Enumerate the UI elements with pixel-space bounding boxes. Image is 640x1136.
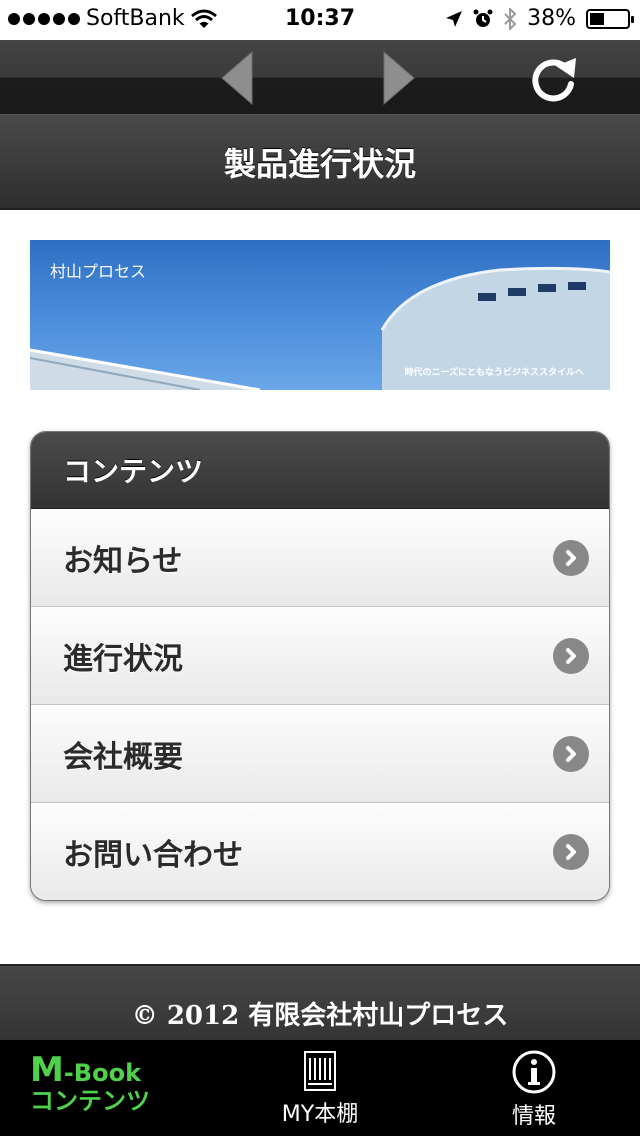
bookshelf-icon [304,1051,336,1091]
reload-icon [532,58,576,102]
forward-button[interactable] [370,48,430,108]
tab-mbook-contents[interactable]: M-Book コンテンツ [30,1040,170,1136]
battery-level-fill [590,12,604,25]
back-button[interactable] [206,48,266,108]
bluetooth-icon [504,7,517,30]
list-item-company-profile[interactable]: 会社概要 [31,705,609,803]
list-item-label: 会社概要 [63,739,183,775]
banner-tagline: 時代のニーズにともなうビジネススタイルへ [404,368,584,378]
tab-bar: M-Book コンテンツ MY本棚 情報 [0,1040,640,1136]
list-item-progress[interactable]: 進行状況 [31,607,609,705]
chevron-right-icon [553,735,589,772]
tab-label: 情報 [511,1104,556,1129]
chevron-right-icon [553,539,589,576]
chevron-right-icon [553,834,589,870]
tab-info[interactable]: 情報 [474,1040,594,1136]
tab-label: MY本棚 [281,1102,359,1127]
tab-my-bookshelf[interactable]: MY本棚 [260,1040,380,1136]
battery-percent: 38% [527,6,576,31]
forward-arrow-icon [383,50,415,106]
status-right: 38% [445,6,634,31]
copyright-text: © 2012 有限会社村山プロセス [131,1001,509,1031]
list-item-news[interactable]: お知らせ [31,509,609,607]
mbook-contents-label: コンテンツ [30,1087,150,1115]
contents-list: コンテンツ お知らせ 進行状況 会社概要 お問い合わせ [30,431,610,901]
banner-company-name: 村山プロセス [50,262,147,281]
list-item-label: お知らせ [63,543,183,579]
list-item-label: お問い合わせ [63,838,243,873]
contents-header: コンテンツ [31,432,609,509]
browser-toolbar [0,40,640,114]
reload-button[interactable] [524,48,584,108]
mbook-logo: M-Book [30,1050,142,1090]
page-title: 製品進行状況 [0,114,640,210]
info-icon [512,1050,556,1094]
status-bar: SoftBank 10:37 38% [0,0,640,40]
company-banner: 村山プロセス 時代のニーズにともなうビジネススタイルへ [30,240,610,390]
alarm-icon [473,9,493,27]
chevron-right-icon [553,637,589,674]
list-item-contact[interactable]: お問い合わせ [31,803,609,900]
battery-icon [586,8,634,29]
location-arrow-icon [446,10,463,27]
back-arrow-icon [221,50,253,106]
list-item-label: 進行状況 [63,641,183,677]
